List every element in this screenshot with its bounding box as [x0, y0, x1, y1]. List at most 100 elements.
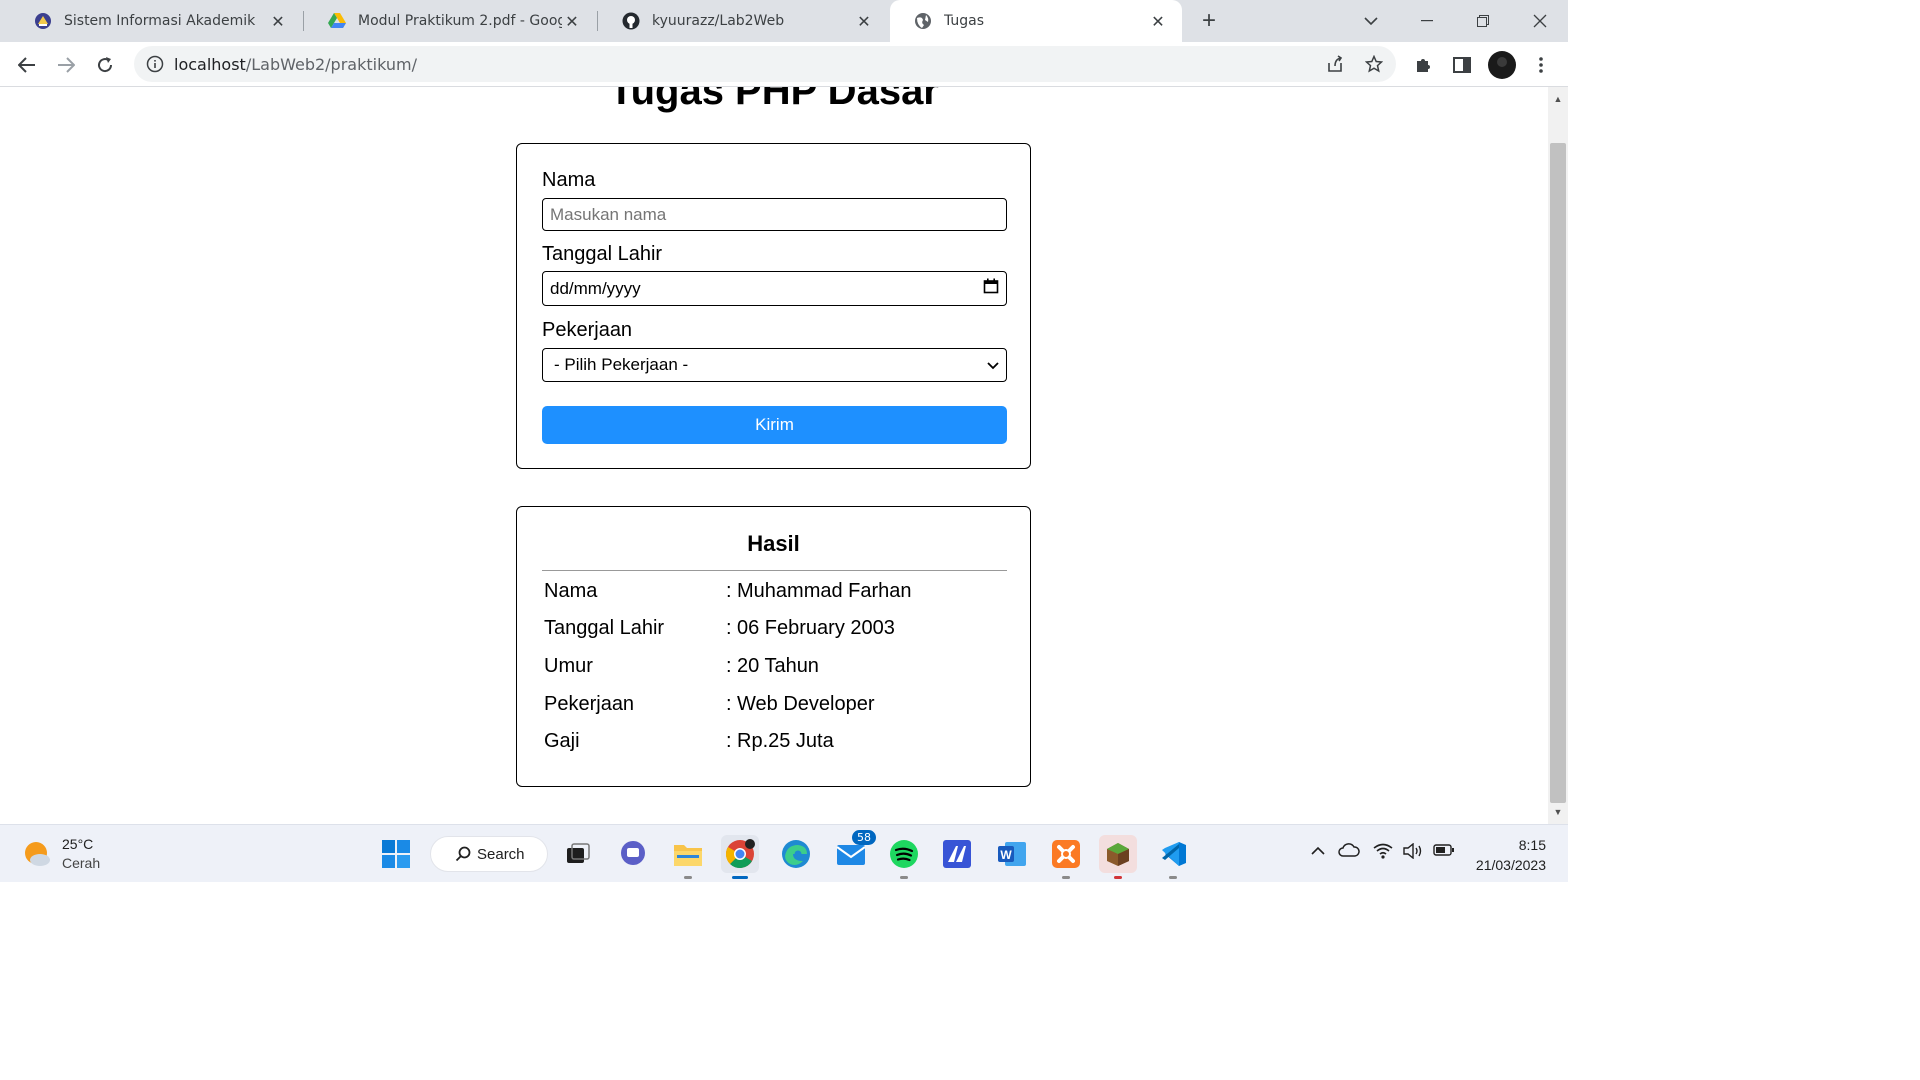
result-title: Hasil	[747, 531, 800, 556]
submit-button[interactable]: Kirim	[542, 406, 1007, 444]
result-separator: :	[726, 580, 732, 602]
form-card: Nama Masukan nama Tanggal Lahir dd/mm/yy…	[516, 143, 1031, 469]
close-window-button[interactable]	[1512, 0, 1568, 42]
calendar-icon[interactable]	[983, 278, 999, 299]
result-divider	[542, 570, 1007, 571]
dob-value: dd/mm/yyyy	[550, 278, 641, 298]
url-host: localhost	[174, 55, 246, 74]
result-row-tanggal-lahir: Tanggal Lahir : 06 February 2003	[544, 617, 1004, 645]
page-scrollbar[interactable]: ▲ ▼	[1548, 87, 1568, 824]
bookmark-star-icon[interactable]	[1359, 49, 1389, 79]
tab-tugas[interactable]: Tugas ✕	[890, 0, 1182, 42]
task-view-icon[interactable]	[559, 835, 597, 873]
result-key: Umur	[544, 655, 593, 677]
result-value: 20 Tahun	[737, 655, 819, 677]
forward-arrow-icon[interactable]	[51, 50, 81, 80]
mail-icon[interactable]: 58	[832, 830, 876, 873]
url-path: /LabWeb2/praktikum/	[245, 55, 417, 74]
job-select[interactable]: - Pilih Pekerjaan -	[542, 348, 1007, 382]
result-key: Tanggal Lahir	[544, 617, 665, 639]
mail-unread-badge: 58	[852, 830, 876, 845]
xampp-icon[interactable]	[1047, 835, 1085, 879]
name-input[interactable]: Masukan nama	[542, 198, 1007, 231]
dob-date-input[interactable]: dd/mm/yyyy	[542, 271, 1007, 306]
site-info-icon[interactable]	[146, 55, 164, 73]
extensions-puzzle-icon[interactable]	[1408, 50, 1438, 80]
battery-icon[interactable]	[1433, 843, 1455, 859]
profile-avatar[interactable]	[1487, 50, 1517, 80]
word-icon[interactable]: W	[993, 835, 1031, 873]
dob-label: Tanggal Lahir	[542, 243, 663, 265]
close-tab-icon[interactable]: ✕	[854, 11, 874, 31]
show-hidden-icons-chevron-icon[interactable]	[1310, 843, 1326, 859]
minecraft-launcher-icon[interactable]	[1099, 835, 1137, 879]
tab-github[interactable]: kyuurazz/Lab2Web ✕	[598, 0, 888, 42]
running-indicator	[1169, 876, 1177, 879]
job-selected-value: - Pilih Pekerjaan -	[554, 355, 689, 374]
tab-label: Modul Praktikum 2.pdf - Google	[358, 13, 562, 29]
result-card: Hasil Nama : Muhammad Farhan Tanggal Lah…	[516, 506, 1031, 787]
tab-label: kyuurazz/Lab2Web	[652, 13, 785, 29]
weather-temperature: 25°C	[62, 836, 94, 852]
close-tab-icon[interactable]: ✕	[562, 11, 582, 31]
result-value: 06 February 2003	[737, 617, 895, 639]
weather-description: Cerah	[62, 855, 101, 871]
minimize-button[interactable]	[1399, 0, 1455, 42]
page-title: Tugas PHP Dasar	[609, 87, 939, 113]
search-label: Search	[477, 845, 525, 863]
clock-date: 21/03/2023	[1475, 857, 1546, 873]
tab-sistem-informasi[interactable]: Sistem Informasi Akademik ✕	[10, 0, 302, 42]
restore-button[interactable]	[1455, 0, 1511, 42]
close-tab-icon[interactable]: ✕	[268, 11, 288, 31]
weather-widget[interactable]: 25°C Cerah	[22, 835, 100, 873]
browser-tab-strip: Sistem Informasi Akademik ✕ Modul Prakti…	[0, 0, 1568, 42]
running-indicator	[1062, 876, 1070, 879]
svg-text:W: W	[1000, 848, 1012, 862]
edge-icon[interactable]	[777, 835, 815, 873]
result-row-gaji: Gaji : Rp.25 Juta	[544, 730, 1004, 758]
windows-start-icon[interactable]	[377, 835, 415, 873]
onedrive-cloud-icon[interactable]	[1338, 843, 1360, 860]
result-separator: :	[726, 730, 732, 752]
result-row-umur: Umur : 20 Tahun	[544, 655, 1004, 683]
job-label: Pekerjaan	[542, 319, 633, 341]
chrome-icon[interactable]	[721, 835, 759, 879]
result-key: Gaji	[544, 730, 580, 752]
close-tab-icon[interactable]: ✕	[1148, 11, 1168, 31]
browser-toolbar: localhost/LabWeb2/praktikum/	[0, 42, 1568, 87]
url-text: localhost/LabWeb2/praktikum/	[174, 55, 417, 74]
share-icon[interactable]	[1320, 49, 1350, 79]
app-inventor-icon[interactable]	[938, 835, 976, 873]
wifi-icon[interactable]	[1373, 843, 1393, 862]
github-icon	[622, 12, 640, 30]
scrollbar-thumb[interactable]	[1550, 143, 1566, 803]
tab-label: Tugas	[944, 13, 985, 29]
reload-icon[interactable]	[90, 50, 120, 80]
vscode-icon[interactable]	[1154, 835, 1192, 879]
search-icon	[455, 846, 471, 862]
teams-chat-icon[interactable]	[614, 835, 652, 873]
address-bar[interactable]: localhost/LabWeb2/praktikum/	[134, 46, 1396, 82]
taskbar-search[interactable]: Search	[430, 836, 548, 872]
tab-search-chevron-icon[interactable]	[1343, 0, 1399, 42]
chevron-down-icon	[987, 355, 999, 375]
spotify-icon[interactable]	[885, 835, 923, 879]
volume-icon[interactable]	[1402, 842, 1424, 862]
scroll-up-arrow-icon[interactable]: ▲	[1548, 89, 1568, 109]
side-panel-icon[interactable]	[1447, 50, 1477, 80]
name-input-placeholder: Masukan nama	[550, 204, 667, 224]
tab-label: Sistem Informasi Akademik	[64, 13, 256, 29]
running-indicator	[1114, 876, 1122, 879]
result-value: Rp.25 Juta	[737, 730, 834, 752]
partly-cloudy-icon	[22, 839, 52, 869]
clock-time: 8:15	[1518, 837, 1546, 853]
tab-modul-praktikum[interactable]: Modul Praktikum 2.pdf - Google ✕	[304, 0, 596, 42]
system-clock[interactable]: 8:15 21/03/2023	[1476, 835, 1546, 875]
result-separator: :	[726, 693, 732, 715]
menu-kebab-icon[interactable]	[1526, 50, 1556, 80]
back-arrow-icon[interactable]	[12, 50, 42, 80]
result-value: Muhammad Farhan	[737, 580, 912, 602]
new-tab-button[interactable]: +	[1196, 7, 1222, 34]
file-explorer-icon[interactable]	[669, 835, 707, 879]
scroll-down-arrow-icon[interactable]: ▼	[1548, 802, 1568, 822]
